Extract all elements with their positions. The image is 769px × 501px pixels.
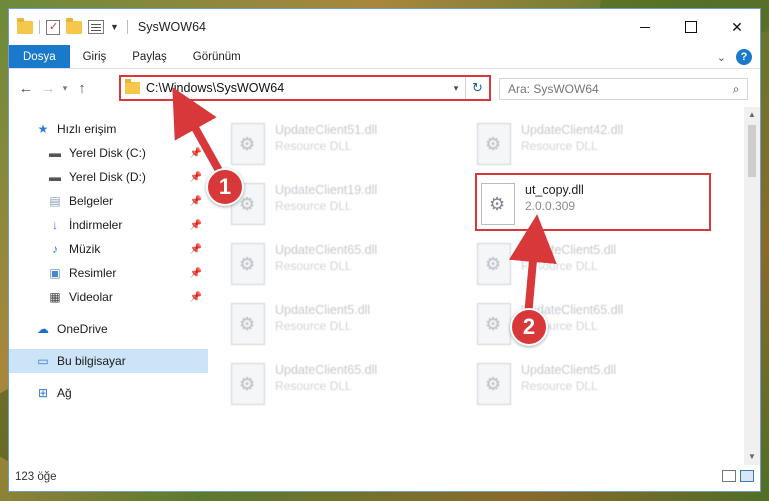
close-button[interactable]: ✕ (714, 9, 760, 45)
item-count: 123 öğe (15, 471, 57, 483)
scroll-thumb[interactable] (748, 125, 756, 177)
sidebar-item-label: Müzik (69, 242, 101, 256)
sidebar-item-label: Videolar (69, 290, 113, 304)
view-switcher (722, 470, 754, 482)
sidebar-item-label: Yerel Disk (D:) (69, 170, 146, 184)
folder-icon[interactable] (17, 17, 33, 34)
tiles-view-icon[interactable] (740, 470, 754, 482)
sidebar-item-label: Ağ (57, 386, 72, 400)
properties-check-icon[interactable] (46, 19, 60, 35)
customize-view-icon[interactable] (88, 20, 104, 34)
sidebar-item-documents[interactable]: ▤ Belgeler 📌 (9, 189, 208, 213)
quick-access-toolbar: ▼ (9, 17, 119, 35)
highlight-layer: ut_copy.dll 2.0.0.309 (209, 107, 739, 465)
videos-icon: ▦ (49, 290, 61, 304)
step-2-badge: 2 (510, 308, 548, 346)
maximize-button[interactable] (668, 9, 714, 45)
pin-icon[interactable]: 📌 (190, 220, 202, 231)
vertical-scrollbar[interactable]: ▲ ▼ (744, 107, 760, 465)
pin-icon[interactable]: 📌 (190, 244, 202, 255)
pin-icon[interactable]: 📌 (190, 268, 202, 279)
address-path[interactable]: C:\Windows\SysWOW64 (146, 81, 447, 95)
sidebar-item-label: Belgeler (69, 194, 114, 208)
music-icon: ♪ (52, 242, 58, 256)
file-highlight-box (475, 173, 711, 231)
network-icon: ⊞ (37, 386, 49, 400)
search-box[interactable]: ⌕ (499, 78, 748, 100)
sidebar-item-onedrive[interactable]: ☁ OneDrive (9, 317, 208, 341)
navigation-pane: ★ Hızlı erişim ▬ Yerel Disk (C:) 📌 ▬ Yer… (9, 107, 209, 465)
pictures-icon: ▣ (49, 266, 61, 280)
tab-view[interactable]: Görünüm (180, 45, 254, 68)
explorer-window: ▼ SysWOW64 ✕ Dosya Giriş Paylaş Görünüm … (8, 8, 761, 492)
sidebar-item-quick-access[interactable]: ★ Hızlı erişim (9, 117, 208, 141)
help-icon[interactable]: ? (736, 49, 752, 65)
sidebar-item-pictures[interactable]: ▣ Resimler 📌 (9, 261, 208, 285)
details-view-icon[interactable] (722, 470, 736, 482)
back-button[interactable]: ← (15, 80, 37, 97)
documents-icon: ▤ (49, 194, 61, 208)
step-1-badge: 1 (206, 168, 244, 206)
sidebar-item-label: Hızlı erişim (57, 122, 117, 136)
main-area: ★ Hızlı erişim ▬ Yerel Disk (C:) 📌 ▬ Yer… (9, 107, 760, 465)
tab-share[interactable]: Paylaş (119, 45, 180, 68)
sidebar-item-downloads[interactable]: ↓ İndirmeler 📌 (9, 213, 208, 237)
title-bar: ▼ SysWOW64 ✕ (9, 9, 760, 45)
pin-icon[interactable]: 📌 (190, 172, 202, 183)
download-icon: ↓ (52, 218, 58, 232)
sidebar-item-disk-c[interactable]: ▬ Yerel Disk (C:) 📌 (9, 141, 208, 165)
refresh-button[interactable]: ↻ (465, 77, 489, 99)
sidebar-item-this-pc[interactable]: ▭ Bu bilgisayar (9, 349, 208, 373)
ribbon-tabs: Dosya Giriş Paylaş Görünüm ⌄ ? (9, 45, 760, 69)
address-bar[interactable]: C:\Windows\SysWOW64 ▾ ↻ (119, 75, 491, 101)
sidebar-item-network[interactable]: ⊞ Ağ (9, 381, 208, 405)
navigation-bar: ← → ▾ ↑ C:\Windows\SysWOW64 ▾ ↻ ⌕ (9, 69, 760, 107)
cloud-icon: ☁ (37, 322, 49, 336)
recent-locations-icon[interactable]: ▾ (59, 83, 71, 94)
tab-home[interactable]: Giriş (70, 45, 120, 68)
title-divider (126, 20, 128, 34)
status-bar: 123 öğe (9, 463, 760, 491)
up-button[interactable]: ↑ (71, 80, 93, 97)
new-folder-icon[interactable] (66, 17, 82, 34)
address-dropdown-icon[interactable]: ▾ (447, 83, 465, 94)
star-icon: ★ (37, 122, 49, 136)
pin-icon[interactable]: 📌 (190, 196, 202, 207)
sidebar-item-label: OneDrive (57, 322, 108, 336)
toolbar-divider (39, 20, 40, 34)
pin-icon[interactable]: 📌 (190, 148, 202, 159)
search-icon[interactable]: ⌕ (725, 82, 747, 97)
folder-icon (125, 79, 140, 94)
sidebar-item-label: Resimler (69, 266, 117, 280)
sidebar-item-music[interactable]: ♪ Müzik 📌 (9, 237, 208, 261)
tab-file[interactable]: Dosya (9, 45, 70, 68)
computer-icon: ▭ (37, 354, 49, 368)
drive-icon: ▬ (49, 146, 61, 160)
sidebar-item-videos[interactable]: ▦ Videolar 📌 (9, 285, 208, 309)
window-title: SysWOW64 (137, 20, 206, 34)
toolbar-dropdown-icon[interactable]: ▼ (110, 22, 119, 32)
ribbon-right: ⌄ ? (717, 49, 752, 65)
forward-button[interactable]: → (37, 80, 59, 97)
sidebar-item-disk-d[interactable]: ▬ Yerel Disk (D:) 📌 (9, 165, 208, 189)
drive-icon: ▬ (49, 170, 61, 184)
sidebar-item-label: Bu bilgisayar (57, 354, 126, 368)
search-input[interactable] (500, 82, 725, 96)
window-controls: ✕ (622, 9, 760, 45)
sidebar-item-label: Yerel Disk (C:) (69, 146, 146, 160)
expand-ribbon-icon[interactable]: ⌄ (717, 51, 726, 64)
pin-icon[interactable]: 📌 (190, 292, 202, 303)
sidebar-item-label: İndirmeler (69, 218, 123, 232)
scroll-up-icon[interactable]: ▲ (744, 107, 760, 123)
minimize-button[interactable] (622, 9, 668, 45)
